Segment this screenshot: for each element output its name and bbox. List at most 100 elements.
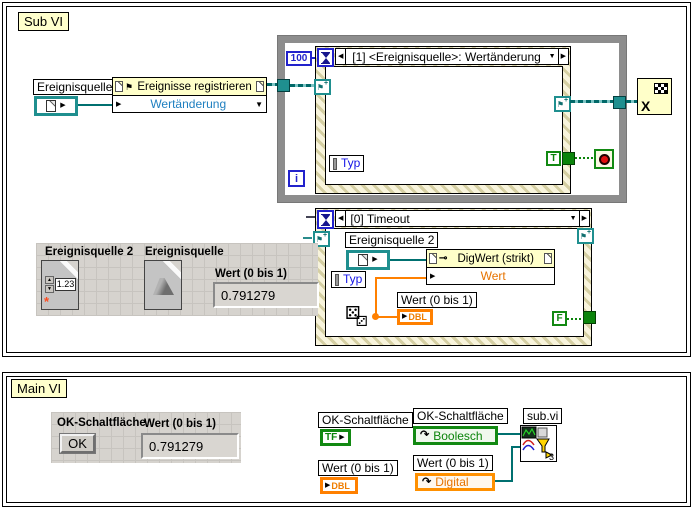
false-constant[interactable]: F	[552, 311, 567, 326]
event-flag-icon: ⚑	[556, 99, 565, 109]
loop-tunnel-out[interactable]	[613, 96, 626, 109]
ok-reference-label: OK-Schaltfläche	[413, 408, 508, 424]
dice-icon: ⚂	[355, 313, 368, 329]
wert-dbl-terminal[interactable]: ▶ DBL	[320, 477, 358, 494]
required-asterisk-icon: *	[44, 294, 50, 309]
event-case-title: [1] <Ereignisquelle>: Wertänderung	[352, 49, 541, 64]
ramp-icon	[153, 278, 174, 295]
event-reg-wire-out	[570, 100, 613, 103]
fp-ereignisquelle-label: Ereignisquelle	[145, 246, 224, 258]
stop-sign-icon	[598, 153, 610, 165]
unregister-x-icon: X	[641, 98, 651, 114]
true-constant[interactable]: T	[546, 151, 561, 166]
unregister-events-node[interactable]: X	[637, 78, 672, 115]
loop-iteration-terminal[interactable]: i	[288, 170, 305, 187]
increment-button[interactable]: ▲	[45, 276, 54, 284]
event-structure-2[interactable]: ◀ [0] Timeout ▼ ▶ ⚑ + ⚑ + Ereignisquelle…	[313, 208, 596, 346]
output-arrow-icon: ▶	[60, 102, 66, 109]
case-dropdown-icon[interactable]: ▼	[547, 49, 558, 64]
boolean-reference-node[interactable]: ↷ Boolesch	[413, 426, 498, 445]
event-flag-icon: ⚑	[579, 231, 588, 241]
property-item-row[interactable]: ▶ Wert	[426, 267, 555, 285]
labview-block-diagram: Sub VI Ereignisquelle ▶ ⚑ Ereignisse reg…	[0, 0, 696, 510]
dynamic-event-terminal-right[interactable]: ⚑ +	[554, 96, 571, 112]
loop-tunnel-in[interactable]	[277, 79, 290, 92]
numeric-value[interactable]: 1.23	[55, 278, 76, 291]
event-flag-icon: ⚑	[125, 81, 134, 92]
subvi-node[interactable]: 3	[520, 425, 557, 462]
ereignisquelle2-refnum-terminal[interactable]: ▶	[346, 250, 390, 270]
checkered-flag-icon	[654, 83, 668, 94]
timeout-terminal[interactable]	[317, 48, 334, 67]
property-link-icon: ⊸	[439, 253, 448, 264]
event-structure-1[interactable]: ◀ [1] <Ereignisquelle>: Wertänderung ▼ ▶…	[314, 46, 575, 194]
fp-ereignisquelle2-label: Ereignisquelle 2	[45, 246, 134, 258]
refnum-corner-page-icon	[429, 253, 437, 264]
fp-wert-label: Wert (0 bis 1)	[144, 418, 216, 430]
reference-wire	[511, 446, 520, 448]
ereignisquelle-refnum-terminal[interactable]: ▶	[34, 96, 78, 116]
timeout-constant[interactable]: 100	[286, 51, 312, 66]
digital-reference-node[interactable]: ↷ Digital	[415, 473, 495, 491]
input-arrow-icon: ▶	[325, 481, 331, 489]
subvi-label: sub.vi	[523, 408, 563, 424]
wert-label: Wert (0 bis 1)	[397, 292, 477, 308]
ereignisquelle2-label: Ereignisquelle 2	[345, 232, 439, 248]
output-arrow-icon: ▶	[339, 433, 345, 441]
mainvi-front-panel-snippet: OK-Schaltfläche OK Wert (0 bis 1) 0.7912…	[51, 412, 241, 463]
ok-button[interactable]: OK	[60, 434, 95, 453]
case-dropdown-icon[interactable]: ▼	[568, 211, 579, 226]
event-source-row[interactable]: ▶ Wertänderung ▼	[112, 95, 267, 113]
fp-wert-indicator[interactable]: 0.791279	[141, 433, 239, 459]
ok-terminal-label: OK-Schaltfläche	[318, 412, 413, 428]
dyn-event-stub-wire	[303, 237, 312, 239]
dropdown-arrow-icon[interactable]: ▼	[255, 100, 263, 109]
wire-junction	[372, 313, 379, 320]
wert-dbl-terminal[interactable]: ▶ DBL	[397, 309, 433, 325]
boolean-wire	[567, 318, 584, 320]
event-structure-2-selector[interactable]: ◀ [0] Timeout ▼ ▶	[335, 210, 590, 227]
reference-wire	[498, 433, 520, 435]
refnum-page-icon	[46, 100, 57, 112]
prev-case-arrow-icon[interactable]: ◀	[336, 49, 347, 64]
next-case-arrow-icon[interactable]: ▶	[557, 49, 568, 64]
refnum-wire	[390, 259, 426, 261]
event-data-bar	[333, 157, 337, 170]
ok-boolean-terminal[interactable]: TF ▶	[320, 429, 351, 446]
output-arrow-icon: ▶	[372, 256, 378, 263]
timeout-stub-wire	[306, 216, 315, 218]
numeric-spinner[interactable]: ▲ ▼	[45, 276, 54, 293]
event-case-title: [0] Timeout	[350, 211, 410, 226]
register-events-header: ⚑ Ereignisse registrieren	[112, 77, 267, 96]
dynamic-event-terminal-right[interactable]: ⚑ +	[577, 228, 594, 244]
refnum-corner-page-icon	[544, 253, 552, 264]
boolean-tunnel[interactable]	[583, 311, 596, 324]
event-reg-wire	[290, 84, 315, 87]
decrement-button[interactable]: ▼	[45, 285, 54, 293]
reference-arrow-icon: ↷	[420, 429, 430, 441]
dynamic-event-terminal-left[interactable]: ⚑ +	[314, 79, 331, 95]
register-events-node[interactable]: ⚑ Ereignisse registrieren ▶ Wertänderung…	[112, 77, 267, 113]
fp-control-refnum[interactable]	[144, 260, 182, 310]
property-item-name: Wert	[480, 269, 506, 283]
event-name: Wertänderung	[150, 97, 227, 111]
prev-case-arrow-icon[interactable]: ◀	[336, 211, 347, 226]
event-structure-1-selector[interactable]: ◀ [1] <Ereignisquelle>: Wertänderung ▼ ▶	[335, 48, 569, 65]
ereignisquelle-label: Ereignisquelle	[33, 79, 117, 95]
timeout-terminal[interactable]	[317, 210, 334, 229]
register-events-title: Ereignisse registrieren	[137, 80, 252, 93]
refnum-wire	[78, 104, 112, 106]
reference-wire	[511, 446, 513, 482]
input-arrow-icon: ▶	[402, 313, 408, 320]
property-node-digwert[interactable]: ⊸ DigWert (strikt) ▶ Wert	[426, 249, 555, 285]
fp-wert-indicator[interactable]: 0.791279	[213, 282, 319, 308]
subvi-icon-graphic: 3	[521, 426, 554, 462]
event-data-node-typ[interactable]: Typ	[331, 271, 367, 288]
random-number-node[interactable]: ⚄ ⚂	[345, 304, 368, 328]
loop-stop-terminal[interactable]	[594, 149, 614, 169]
event-data-node-typ[interactable]: Typ	[329, 155, 365, 172]
fp-numeric-refnum-control[interactable]: ▲ ▼ 1.23 *	[41, 260, 79, 310]
event-data-bar	[335, 273, 339, 286]
next-case-arrow-icon[interactable]: ▶	[578, 211, 589, 226]
random-wire-branch	[375, 277, 377, 318]
